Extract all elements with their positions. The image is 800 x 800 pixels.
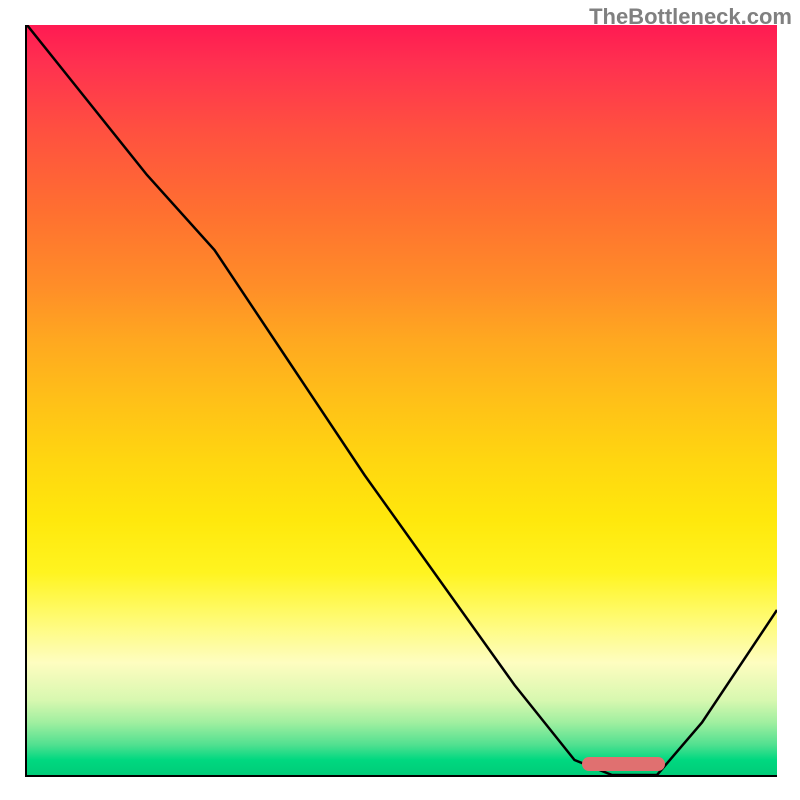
watermark-text: TheBottleneck.com (589, 4, 792, 30)
chart-container: TheBottleneck.com (0, 0, 800, 800)
optimum-marker (582, 757, 665, 771)
plot-area (25, 25, 777, 777)
bottleneck-curve (27, 25, 777, 775)
